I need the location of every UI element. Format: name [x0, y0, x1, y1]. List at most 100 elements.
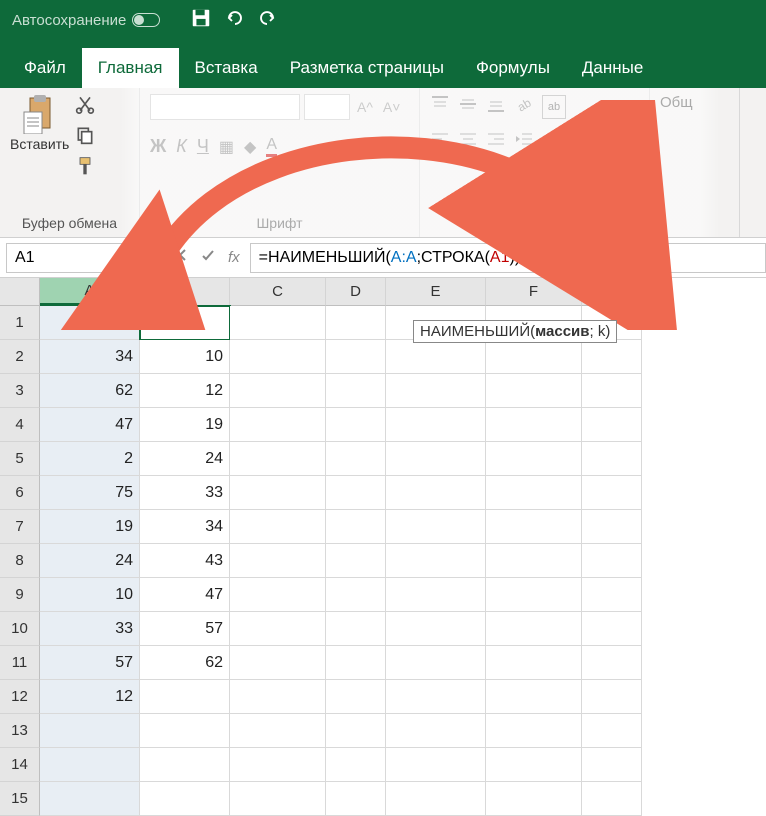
- cell-B7[interactable]: 34: [140, 510, 230, 544]
- cell-E8[interactable]: [386, 544, 486, 578]
- tab-insert[interactable]: Вставка: [179, 48, 274, 88]
- increase-indent-icon[interactable]: [542, 129, 562, 154]
- tab-formulas[interactable]: Формулы: [460, 48, 566, 88]
- name-box[interactable]: A1: [6, 243, 156, 273]
- cancel-icon[interactable]: [172, 247, 188, 268]
- cell-B4[interactable]: 19: [140, 408, 230, 442]
- increase-font-icon[interactable]: A^: [354, 99, 376, 115]
- cell-G14[interactable]: [582, 748, 642, 782]
- cell-A2[interactable]: 34: [40, 340, 140, 374]
- tab-page-layout[interactable]: Разметка страницы: [274, 48, 460, 88]
- cell-F2[interactable]: [486, 340, 582, 374]
- cell-F9[interactable]: [486, 578, 582, 612]
- cell-F13[interactable]: [486, 714, 582, 748]
- cell-F4[interactable]: [486, 408, 582, 442]
- align-center-icon[interactable]: [458, 129, 478, 154]
- cell-C5[interactable]: [230, 442, 326, 476]
- cell-C10[interactable]: [230, 612, 326, 646]
- cell-A15[interactable]: [40, 782, 140, 816]
- cell-C4[interactable]: [230, 408, 326, 442]
- tab-data[interactable]: Данные: [566, 48, 659, 88]
- cell-A7[interactable]: 19: [40, 510, 140, 544]
- copy-icon[interactable]: [75, 125, 95, 150]
- cell-D9[interactable]: [326, 578, 386, 612]
- cell-A4[interactable]: 47: [40, 408, 140, 442]
- cell-E10[interactable]: [386, 612, 486, 646]
- align-bottom-icon[interactable]: [486, 94, 506, 119]
- cell-D5[interactable]: [326, 442, 386, 476]
- cell-C8[interactable]: [230, 544, 326, 578]
- cell-D11[interactable]: [326, 646, 386, 680]
- autosave-toggle[interactable]: Автосохранение: [12, 12, 160, 29]
- cell-B15[interactable]: [140, 782, 230, 816]
- cell-D6[interactable]: [326, 476, 386, 510]
- cell-C2[interactable]: [230, 340, 326, 374]
- cell-F3[interactable]: [486, 374, 582, 408]
- cell-A11[interactable]: 57: [40, 646, 140, 680]
- cell-D13[interactable]: [326, 714, 386, 748]
- cell-F7[interactable]: [486, 510, 582, 544]
- cell-B11[interactable]: 62: [140, 646, 230, 680]
- merge-center-icon[interactable]: ⇔: [570, 130, 594, 154]
- save-icon[interactable]: [190, 7, 212, 34]
- cell-G11[interactable]: [582, 646, 642, 680]
- cell-G4[interactable]: [582, 408, 642, 442]
- cell-B8[interactable]: 43: [140, 544, 230, 578]
- align-middle-icon[interactable]: [458, 94, 478, 119]
- align-top-icon[interactable]: [430, 94, 450, 119]
- formula-input[interactable]: =НАИМЕНЬШИЙ(A:A;СТРОКА(A1)): [250, 243, 766, 273]
- cell-D7[interactable]: [326, 510, 386, 544]
- underline-button[interactable]: Ч: [197, 136, 209, 157]
- cell-G12[interactable]: [582, 680, 642, 714]
- cell-F5[interactable]: [486, 442, 582, 476]
- fill-color-button[interactable]: ◆: [244, 137, 256, 157]
- cell-E15[interactable]: [386, 782, 486, 816]
- cell-G15[interactable]: [582, 782, 642, 816]
- tab-home[interactable]: Главная: [82, 48, 179, 88]
- cell-A8[interactable]: 24: [40, 544, 140, 578]
- cell-A3[interactable]: 62: [40, 374, 140, 408]
- row-header-6[interactable]: 6: [0, 476, 40, 510]
- cell-B3[interactable]: 12: [140, 374, 230, 408]
- select-all-corner[interactable]: [0, 278, 40, 306]
- font-size-select[interactable]: [304, 94, 350, 120]
- row-header-10[interactable]: 10: [0, 612, 40, 646]
- row-header-2[interactable]: 2: [0, 340, 40, 374]
- cell-B5[interactable]: 24: [140, 442, 230, 476]
- align-right-icon[interactable]: [486, 129, 506, 154]
- wrap-text-icon[interactable]: ab: [542, 95, 566, 119]
- column-header-e[interactable]: E: [386, 278, 486, 306]
- row-header-9[interactable]: 9: [0, 578, 40, 612]
- column-header-b[interactable]: B: [140, 278, 230, 306]
- cell-B9[interactable]: 47: [140, 578, 230, 612]
- redo-icon[interactable]: [258, 9, 276, 32]
- cell-D15[interactable]: [326, 782, 386, 816]
- cell-E9[interactable]: [386, 578, 486, 612]
- column-header-g[interactable]: G: [582, 278, 642, 306]
- cell-E12[interactable]: [386, 680, 486, 714]
- cell-E13[interactable]: [386, 714, 486, 748]
- cell-A6[interactable]: 75: [40, 476, 140, 510]
- cell-G3[interactable]: [582, 374, 642, 408]
- cell-G10[interactable]: [582, 612, 642, 646]
- cell-F11[interactable]: [486, 646, 582, 680]
- cell-D2[interactable]: [326, 340, 386, 374]
- row-header-8[interactable]: 8: [0, 544, 40, 578]
- cell-D3[interactable]: [326, 374, 386, 408]
- tab-file[interactable]: Файл: [8, 48, 82, 88]
- cell-F14[interactable]: [486, 748, 582, 782]
- cell-A12[interactable]: 12: [40, 680, 140, 714]
- cell-D1[interactable]: [326, 306, 386, 340]
- cell-E2[interactable]: [386, 340, 486, 374]
- cell-C13[interactable]: [230, 714, 326, 748]
- cell-G5[interactable]: [582, 442, 642, 476]
- cell-C15[interactable]: [230, 782, 326, 816]
- cell-G6[interactable]: [582, 476, 642, 510]
- cell-A5[interactable]: 2: [40, 442, 140, 476]
- cell-C9[interactable]: [230, 578, 326, 612]
- cell-C7[interactable]: [230, 510, 326, 544]
- row-header-13[interactable]: 13: [0, 714, 40, 748]
- column-header-a[interactable]: A↓: [40, 278, 140, 306]
- cell-F10[interactable]: [486, 612, 582, 646]
- cell-C1[interactable]: [230, 306, 326, 340]
